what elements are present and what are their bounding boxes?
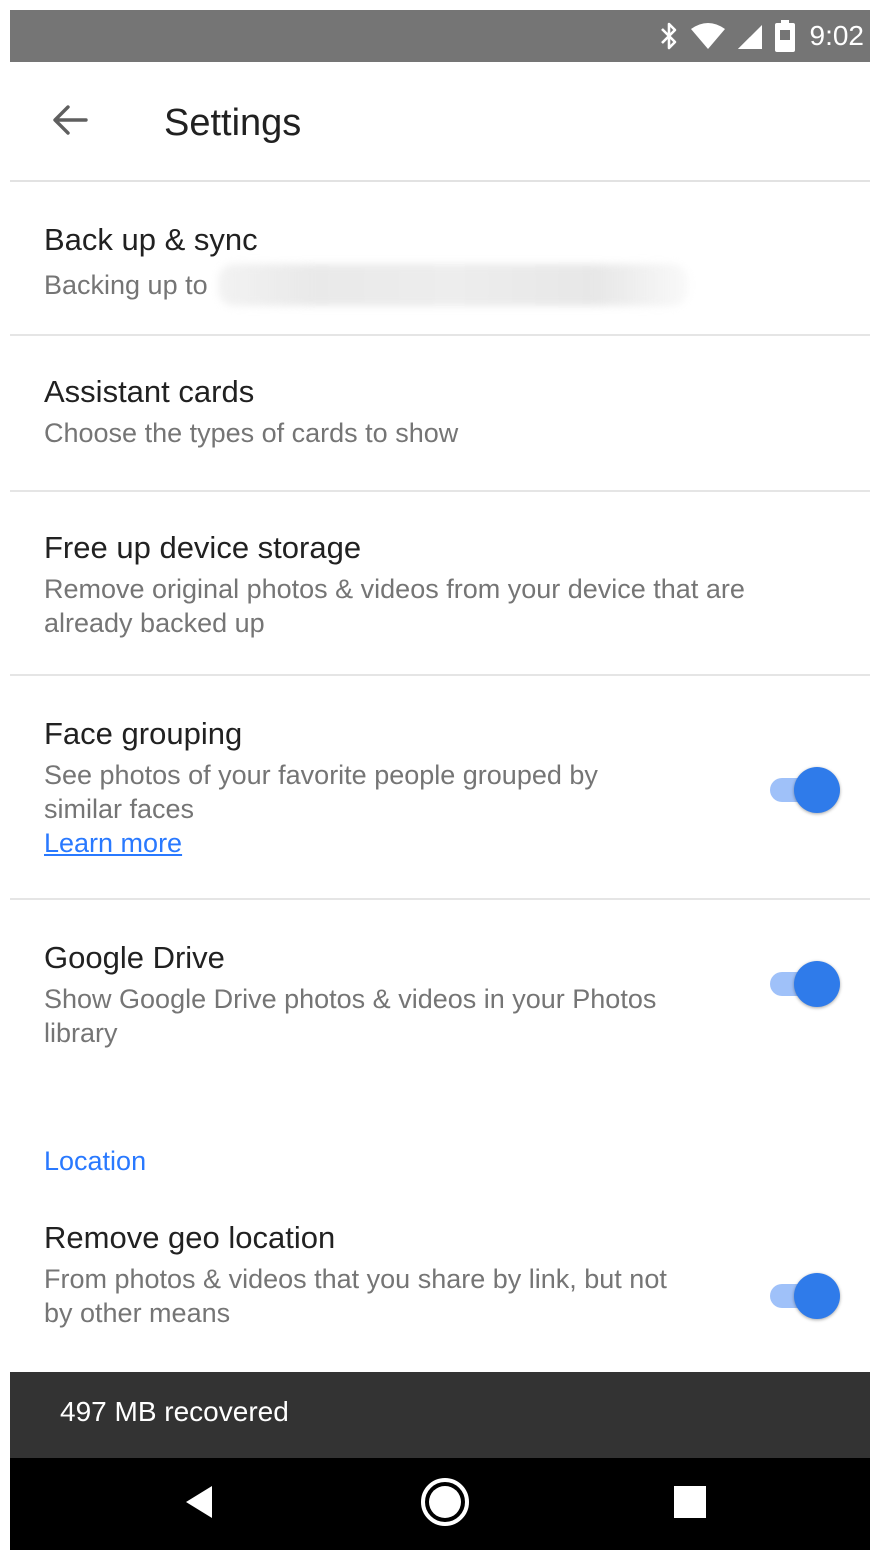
setting-title: Assistant cards [44,374,255,409]
status-bar: 9:02 [10,10,870,62]
setting-remove-geo-location[interactable]: Remove geo location From photos & videos… [10,1210,870,1388]
back-triangle-icon [180,1482,220,1527]
wifi-icon [690,21,726,51]
setting-description: Remove original photos & videos from you… [44,574,745,638]
setting-title: Google Drive [44,940,225,975]
redacted-account [217,264,688,306]
setting-description: Choose the types of cards to show [44,418,459,448]
google-drive-toggle[interactable] [768,960,840,1008]
toggle-thumb [794,1273,840,1319]
setting-backup-sync[interactable]: Back up & sync Backing up to [10,184,870,336]
setting-google-drive[interactable]: Google Drive Show Google Drive photos & … [10,900,870,1130]
setting-title: Remove geo location [44,1220,336,1255]
setting-description: From photos & videos that you share by l… [44,1264,667,1328]
setting-free-up-storage[interactable]: Free up device storage Remove original p… [10,492,870,676]
setting-description: See photos of your favorite people group… [44,760,598,824]
navigation-bar [10,1458,870,1550]
back-button[interactable] [40,92,100,152]
setting-assistant-cards[interactable]: Assistant cards Choose the types of card… [10,336,870,492]
learn-more-link[interactable]: Learn more [44,826,182,860]
snackbar: 497 MB recovered [10,1372,870,1458]
page-title: Settings [164,102,302,144]
snackbar-message: 497 MB recovered [60,1396,289,1427]
setting-face-grouping[interactable]: Face grouping See photos of your favorit… [10,676,870,900]
status-time: 9:02 [809,20,865,51]
setting-title: Face grouping [44,716,243,751]
setting-title: Free up device storage [44,530,362,565]
setting-description: Show Google Drive photos & videos in you… [44,984,657,1048]
setting-description: Backing up to [44,270,208,300]
bluetooth-icon [658,21,680,51]
arrow-back-icon [50,100,90,145]
app-frame: 9:02 Settings Back up & sync Backing up … [10,10,870,1550]
recents-square-icon [670,1482,710,1527]
battery-icon [774,19,796,53]
nav-home-button[interactable] [415,1474,475,1534]
settings-list: Back up & sync Backing up to Assistant c… [10,184,870,1388]
face-grouping-toggle[interactable] [768,766,840,814]
cell-signal-icon [736,21,764,51]
backup-status-row: Backing up to [44,264,750,306]
app-bar: Settings [10,62,870,182]
home-circle-icon [418,1475,472,1534]
nav-recents-button[interactable] [660,1474,720,1534]
section-label: Location [44,1146,147,1176]
status-icons: 9:02 [658,10,865,62]
setting-title: Back up & sync [44,222,258,257]
nav-back-button[interactable] [170,1474,230,1534]
toggle-thumb [794,961,840,1007]
toggle-thumb [794,767,840,813]
section-header-location: Location [10,1130,870,1210]
geo-location-toggle[interactable] [768,1272,840,1320]
